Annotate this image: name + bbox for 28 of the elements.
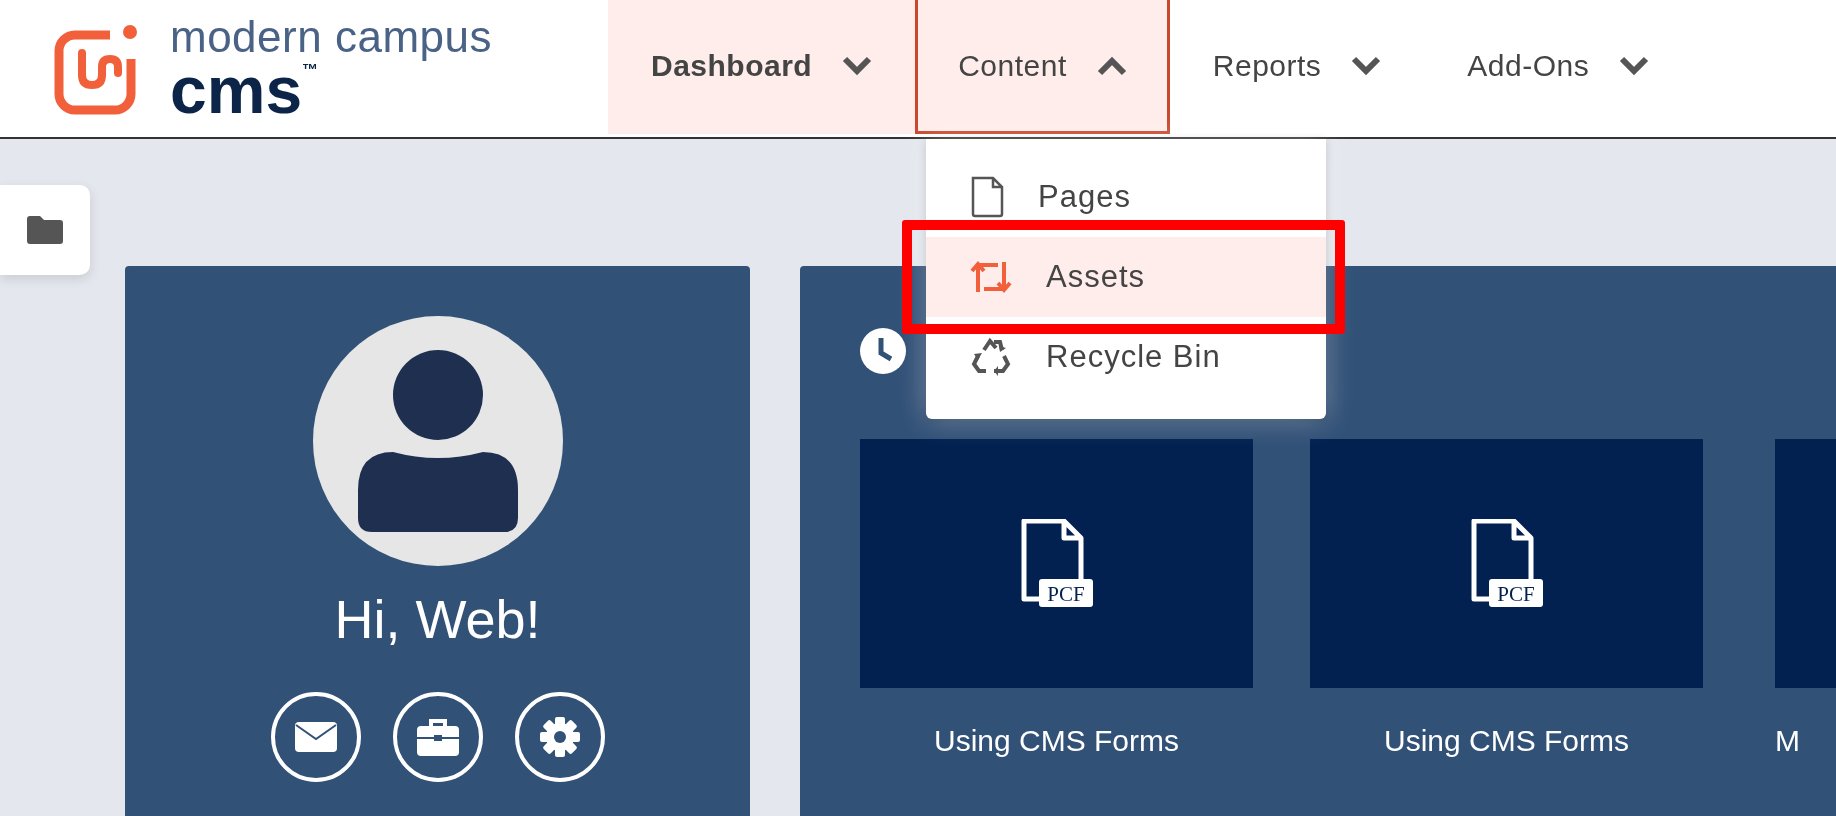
tile-label: M: [1775, 724, 1800, 758]
mail-icon: [294, 722, 337, 752]
recycle-icon: [970, 336, 1012, 378]
folder-icon: [27, 216, 63, 244]
tile-label: Using CMS Forms: [934, 724, 1179, 758]
chevron-down-icon: [1619, 55, 1650, 76]
briefcase-icon: [416, 718, 459, 756]
menu-item[interactable]: Assets: [926, 237, 1326, 317]
profile-action-button[interactable]: [270, 692, 361, 782]
profile-action-button[interactable]: [514, 692, 605, 782]
logo-text: modern campus: [170, 15, 492, 60]
tile-label: Using CMS Forms: [1384, 724, 1629, 758]
side-tab[interactable]: [0, 185, 90, 275]
file-tile[interactable]: PCF: [860, 439, 1253, 688]
nav-menu-button[interactable]: Content: [915, 0, 1170, 134]
document-icon: [970, 176, 1004, 218]
nav-menu-button[interactable]: Dashboard: [608, 0, 916, 134]
file-tile[interactable]: PCF: [1310, 439, 1703, 688]
logo-wordmark: cms$^{™}$: [170, 59, 320, 122]
chevron-down-icon: [1351, 55, 1382, 76]
settings-icon: [538, 716, 581, 758]
chevron-up-icon: [1096, 55, 1127, 76]
chevron-down-icon: [842, 55, 873, 76]
person-icon: [357, 350, 518, 532]
profile-action-button[interactable]: [392, 692, 483, 782]
greeting-text: Hi, Web!: [334, 588, 541, 650]
swap-arrows-icon: [970, 260, 1012, 294]
clock-icon: [860, 328, 906, 374]
